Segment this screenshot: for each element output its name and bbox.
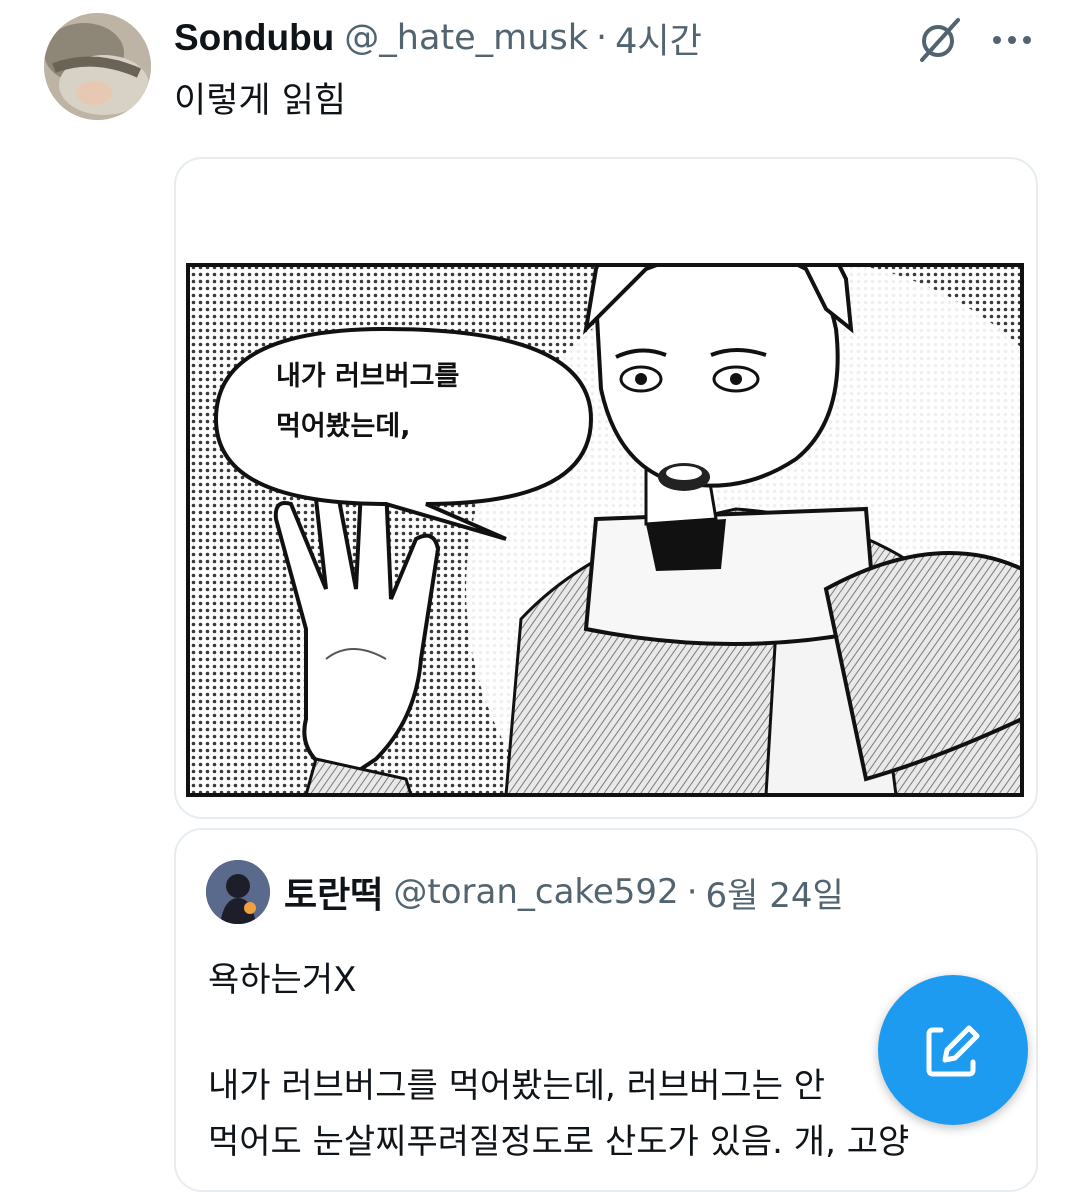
separator-dot: ·	[686, 872, 698, 912]
quoted-text-line-2: 내가 러브버그를 먹어봤는데, 러브버그는 안	[208, 1066, 826, 1106]
speech-line-2: 먹어봤는데,	[276, 411, 410, 442]
user-handle[interactable]: @_hate_musk	[344, 18, 588, 58]
speech-line-1: 내가 러브버그를	[276, 361, 459, 392]
compose-button[interactable]	[878, 975, 1028, 1125]
more-icon[interactable]	[988, 26, 1036, 54]
tweet-header: Sondubu @_hate_musk · 4시간	[174, 12, 702, 64]
grok-icon[interactable]	[914, 14, 966, 66]
quoted-avatar[interactable]	[206, 860, 270, 924]
avatar[interactable]	[44, 13, 151, 120]
tweet-text: 이렇게 읽힘	[174, 81, 347, 121]
quoted-text-line-3: 먹어도 눈살찌푸려질정도로 산도가 있음. 개, 고양	[208, 1122, 910, 1162]
separator-dot: ·	[595, 18, 608, 58]
quoted-text-line-1: 욕하는거X	[208, 960, 357, 1000]
tweet-time[interactable]: 4시간	[615, 13, 702, 64]
compose-icon	[926, 1025, 980, 1077]
display-name[interactable]: Sondubu	[174, 17, 334, 59]
quoted-display-name[interactable]: 토란떡	[284, 866, 383, 918]
quoted-handle[interactable]: @toran_cake592	[393, 872, 678, 912]
quoted-header: 토란떡 @toran_cake592 · 6월 24일	[284, 864, 844, 920]
quoted-date[interactable]: 6월 24일	[706, 868, 844, 917]
media-image[interactable]: 내가 러브버그를 먹어봤는데,	[174, 157, 1038, 819]
